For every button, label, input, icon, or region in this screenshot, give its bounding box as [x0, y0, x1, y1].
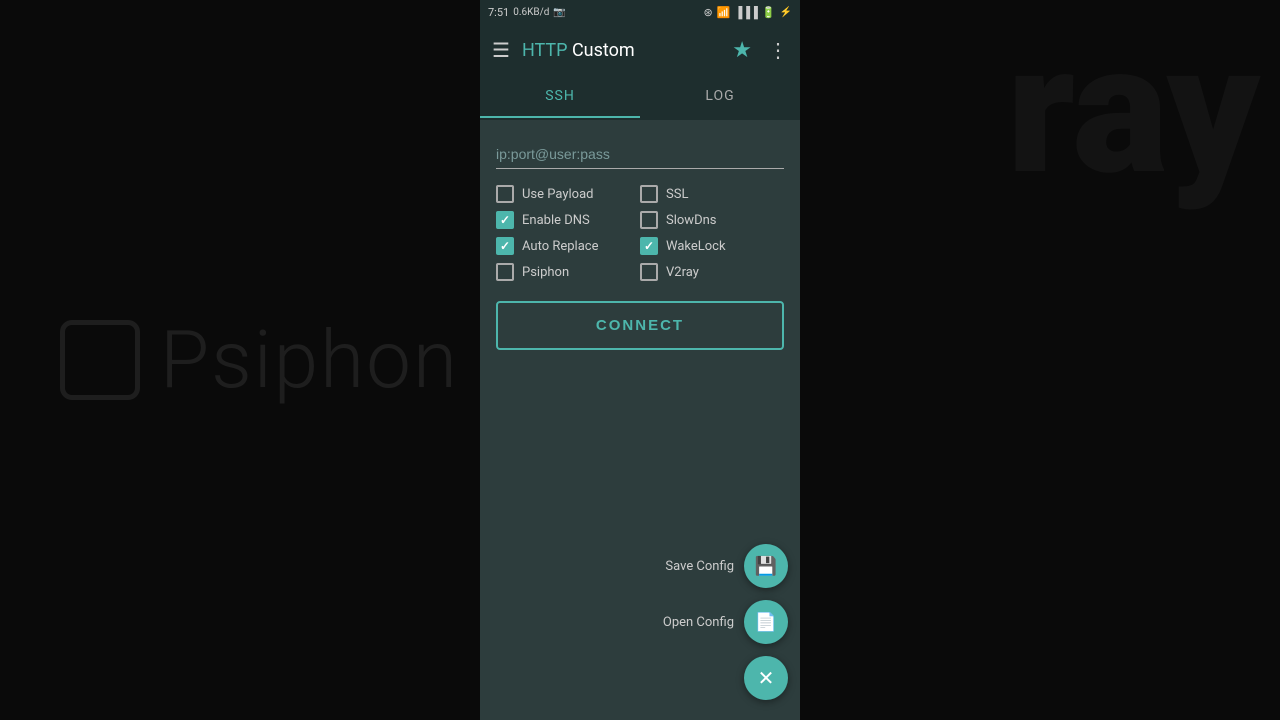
- checkbox-use-payload[interactable]: [496, 185, 514, 203]
- title-rest: Custom: [568, 40, 635, 61]
- right-overlay: [800, 0, 1280, 720]
- tab-log[interactable]: LOG: [640, 76, 800, 118]
- status-left: 7:51 0.6KB/d 📷: [488, 6, 566, 19]
- open-config-item: Open Config 📄: [663, 600, 788, 644]
- checkbox-wakelock[interactable]: [640, 237, 658, 255]
- main-content: Use Payload SSL Enable DNS SlowDns Auto …: [480, 120, 800, 720]
- option-ssl[interactable]: SSL: [640, 185, 784, 203]
- menu-button[interactable]: ☰: [492, 38, 510, 62]
- bluetooth-icon: ⊛: [704, 6, 713, 19]
- left-overlay: [0, 0, 480, 720]
- status-data: 0.6KB/d: [513, 7, 549, 18]
- label-enable-dns: Enable DNS: [522, 213, 590, 228]
- phone-frame: 7:51 0.6KB/d 📷 ⊛ 📶 ▐▐▐ 🔋 ⚡ ☰ HTTP Custom…: [480, 0, 800, 720]
- label-ssl: SSL: [666, 187, 688, 202]
- label-wakelock: WakeLock: [666, 239, 726, 254]
- option-auto-replace[interactable]: Auto Replace: [496, 237, 640, 255]
- options-grid: Use Payload SSL Enable DNS SlowDns Auto …: [496, 185, 784, 281]
- status-bar: 7:51 0.6KB/d 📷 ⊛ 📶 ▐▐▐ 🔋 ⚡: [480, 0, 800, 24]
- ssh-input[interactable]: [496, 140, 784, 169]
- tabs-container: SSH LOG: [480, 76, 800, 120]
- checkbox-slowdns[interactable]: [640, 211, 658, 229]
- title-http: HTTP: [522, 40, 568, 61]
- option-slowdns[interactable]: SlowDns: [640, 211, 784, 229]
- save-config-label: Save Config: [665, 559, 734, 574]
- status-time: 7:51: [488, 6, 509, 19]
- charge-icon: ⚡: [780, 7, 792, 18]
- option-use-payload[interactable]: Use Payload: [496, 185, 640, 203]
- save-icon: 💾: [755, 556, 777, 577]
- save-config-button[interactable]: 💾: [744, 544, 788, 588]
- battery-icon: 🔋: [762, 6, 776, 19]
- wifi-icon: 📶: [717, 6, 731, 19]
- status-right: ⊛ 📶 ▐▐▐ 🔋 ⚡: [704, 6, 792, 19]
- open-config-button[interactable]: 📄: [744, 600, 788, 644]
- close-fab-button[interactable]: ✕: [744, 656, 788, 700]
- app-bar: ☰ HTTP Custom ★ ⋮: [480, 24, 800, 76]
- label-v2ray: V2ray: [666, 265, 699, 280]
- label-slowdns: SlowDns: [666, 213, 716, 228]
- label-psiphon: Psiphon: [522, 265, 569, 280]
- checkbox-auto-replace[interactable]: [496, 237, 514, 255]
- checkbox-ssl[interactable]: [640, 185, 658, 203]
- option-wakelock[interactable]: WakeLock: [640, 237, 784, 255]
- signal-icon: ▐▐▐: [734, 6, 757, 19]
- star-button[interactable]: ★: [732, 38, 752, 63]
- option-psiphon[interactable]: Psiphon: [496, 263, 640, 281]
- option-enable-dns[interactable]: Enable DNS: [496, 211, 640, 229]
- checkbox-enable-dns[interactable]: [496, 211, 514, 229]
- close-icon: ✕: [758, 666, 775, 690]
- app-title: HTTP Custom: [522, 40, 720, 61]
- checkbox-psiphon[interactable]: [496, 263, 514, 281]
- checkbox-v2ray[interactable]: [640, 263, 658, 281]
- connect-button[interactable]: CONNECT: [496, 301, 784, 350]
- label-use-payload: Use Payload: [522, 187, 594, 202]
- open-config-label: Open Config: [663, 615, 734, 630]
- more-button[interactable]: ⋮: [768, 38, 788, 62]
- save-config-item: Save Config 💾: [665, 544, 788, 588]
- tab-ssh[interactable]: SSH: [480, 76, 640, 118]
- open-icon: 📄: [755, 612, 777, 633]
- app-bar-icons: ★ ⋮: [732, 38, 788, 63]
- video-icon: 📷: [553, 7, 565, 18]
- label-auto-replace: Auto Replace: [522, 239, 598, 254]
- fab-area: Save Config 💾 Open Config 📄 ✕: [663, 544, 788, 700]
- option-v2ray[interactable]: V2ray: [640, 263, 784, 281]
